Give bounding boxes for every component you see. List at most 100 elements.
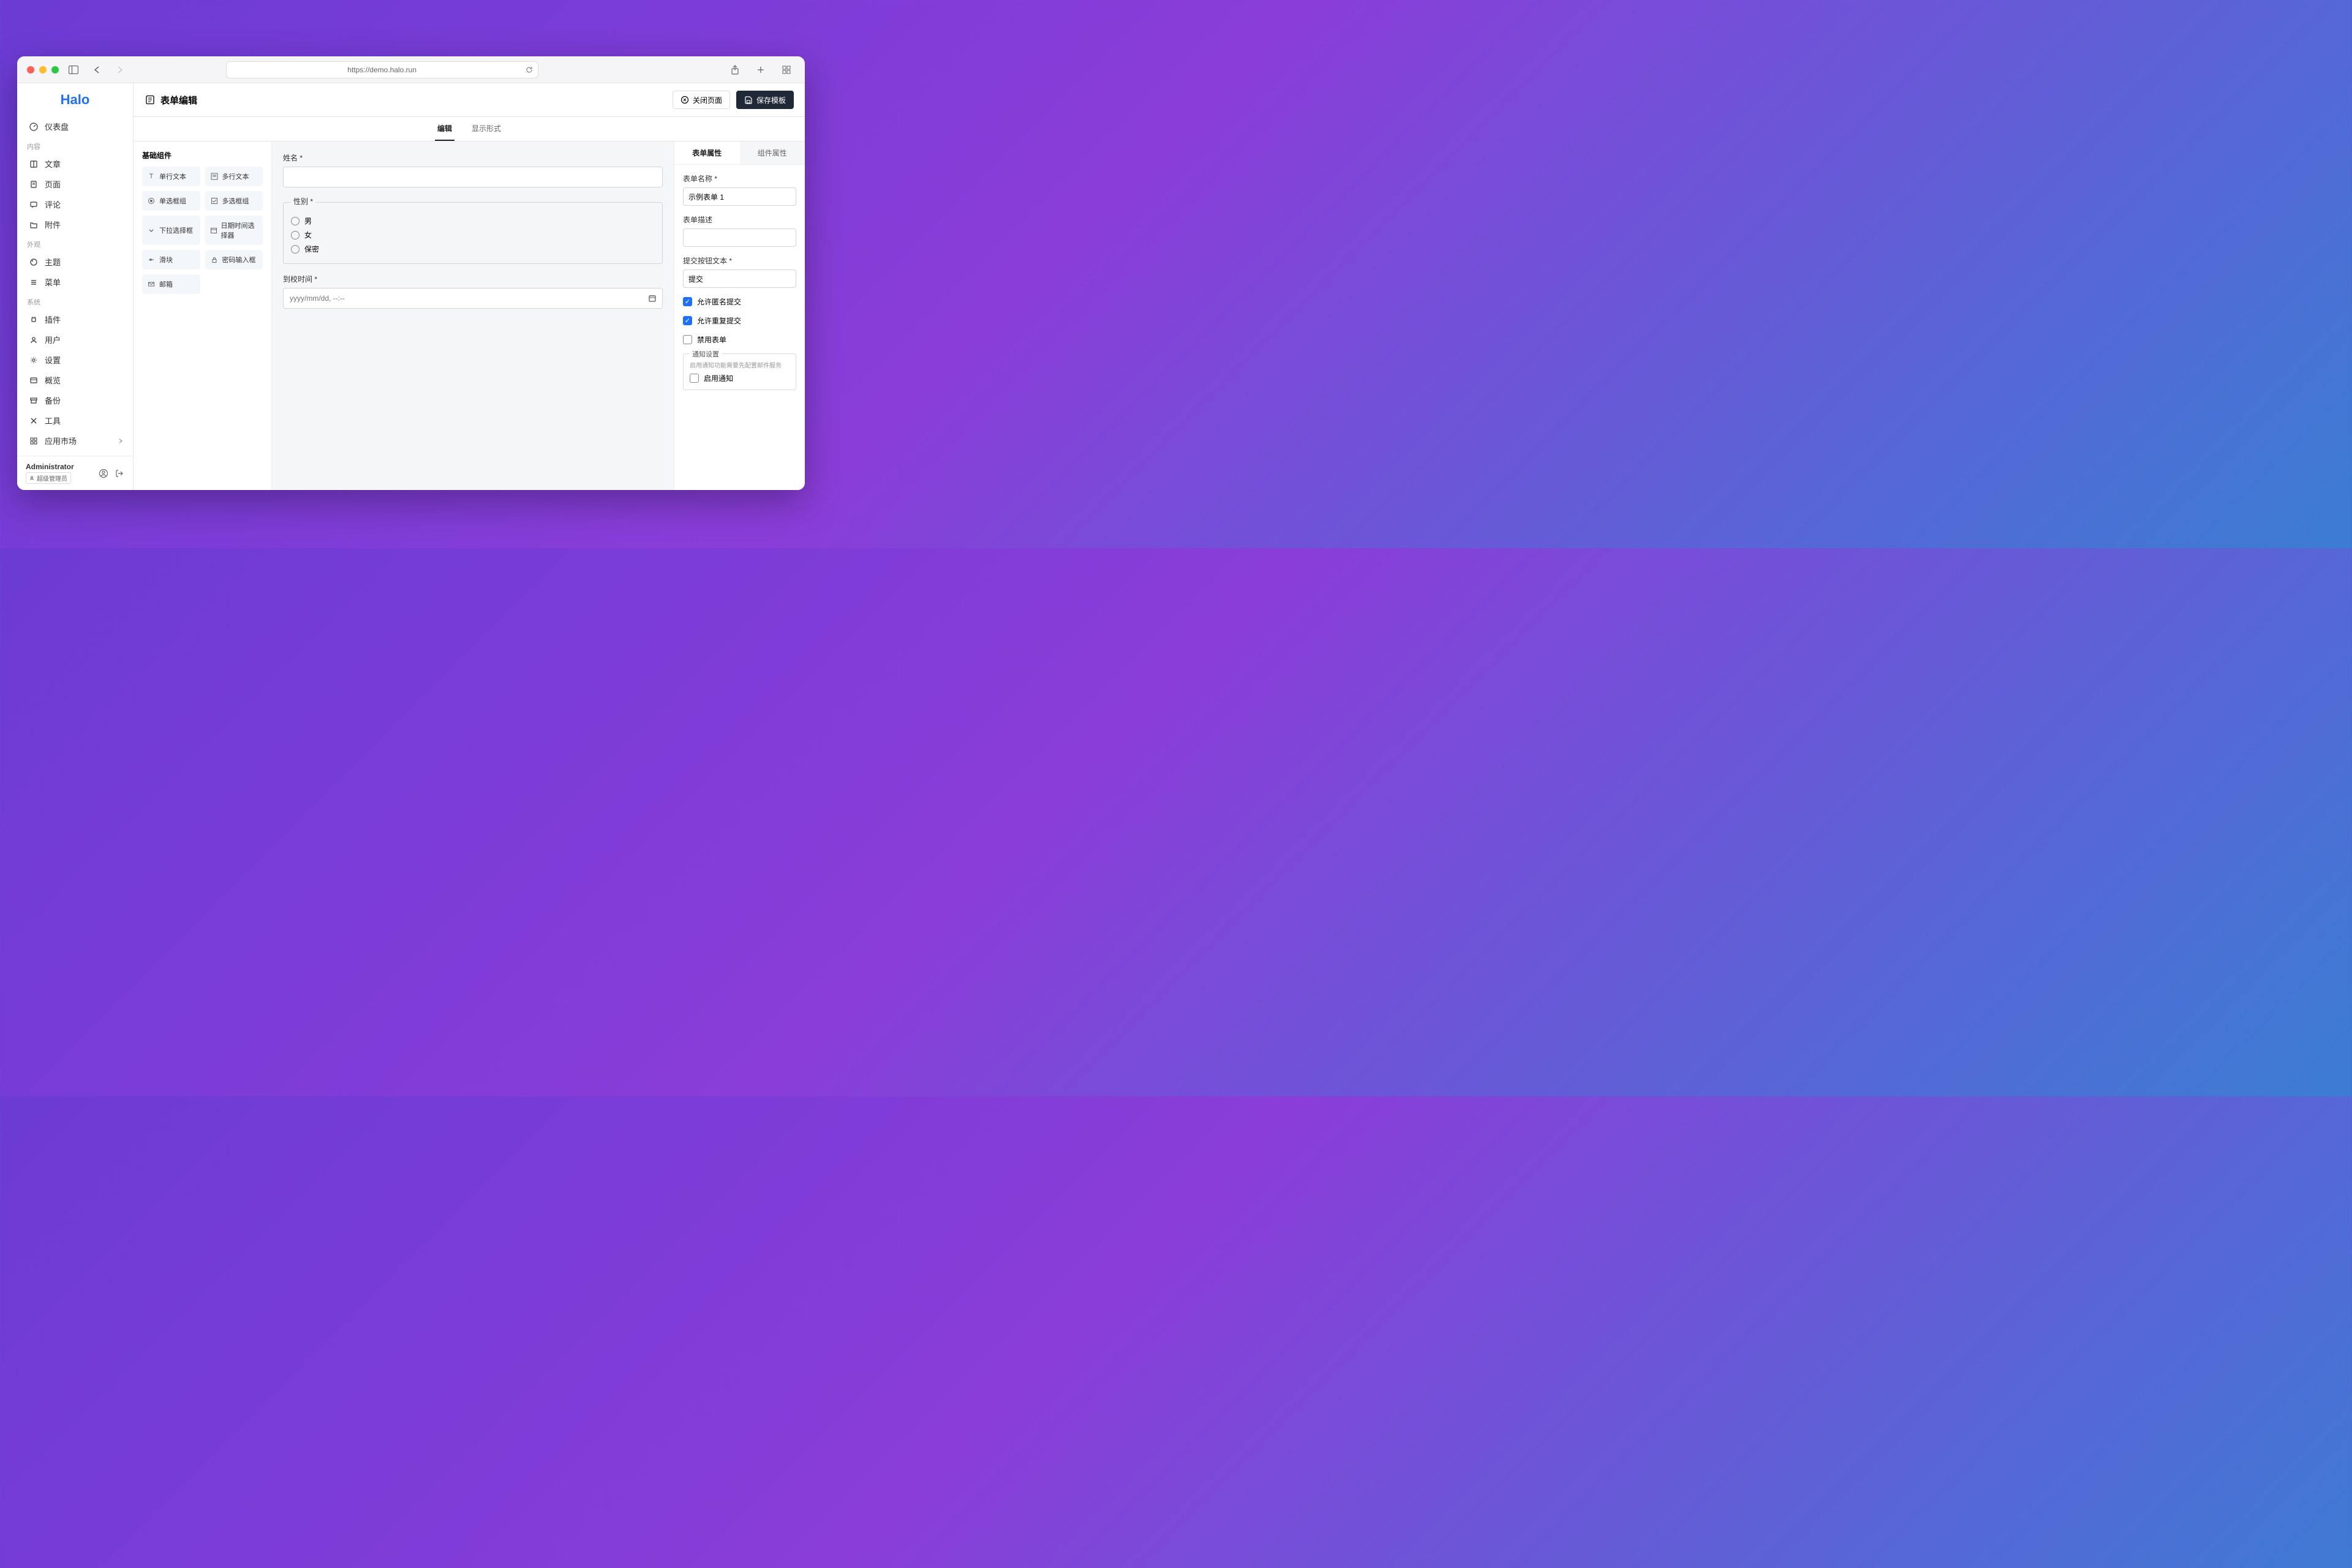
field-label: 到校时间 * <box>283 274 663 284</box>
app-content: Halo 仪表盘 内容 文章 页面 评论 <box>17 83 805 490</box>
save-icon <box>744 96 753 104</box>
sidebar-item-pages[interactable]: 页面 <box>17 174 133 194</box>
address-bar[interactable]: https://demo.halo.run <box>226 61 538 78</box>
chevron-down-icon <box>147 226 156 235</box>
account-icon[interactable] <box>99 469 108 478</box>
tabs-overview-icon[interactable] <box>778 62 795 77</box>
sidebar-item-comments[interactable]: 评论 <box>17 194 133 214</box>
check-label: 允许匿名提交 <box>697 296 741 307</box>
sidebar-item-dashboard[interactable]: 仪表盘 <box>17 116 133 137</box>
nav-label: 用户 <box>45 334 61 345</box>
calendar-icon <box>210 226 217 235</box>
lock-icon <box>210 255 219 264</box>
forward-icon[interactable] <box>111 62 129 77</box>
component-password[interactable]: 密码输入框 <box>205 250 263 270</box>
save-template-button[interactable]: 保存模板 <box>736 91 794 109</box>
back-icon[interactable] <box>88 62 105 77</box>
component-text-multi[interactable]: 多行文本 <box>205 167 263 186</box>
button-label: 关闭页面 <box>693 95 722 105</box>
check-enable-notify[interactable]: 启用通知 <box>690 373 790 383</box>
sidebar-item-users[interactable]: 用户 <box>17 330 133 350</box>
component-radio[interactable]: 单选框组 <box>142 191 200 211</box>
props-body: 表单名称 * 表单描述 提交按钮文本 * ✓ <box>674 165 805 490</box>
tab-component-attributes[interactable]: 组件属性 <box>740 141 805 164</box>
component-checkbox[interactable]: 多选框组 <box>205 191 263 211</box>
nav-label: 概览 <box>45 374 61 386</box>
tab-form-attributes[interactable]: 表单属性 <box>674 141 740 164</box>
close-page-button[interactable]: 关闭页面 <box>673 91 730 109</box>
sidebar-item-backup[interactable]: 备份 <box>17 390 133 410</box>
notify-hint: 启用通知功能需要先配置邮件服务 <box>690 360 790 369</box>
check-disable-form[interactable]: 禁用表单 <box>683 334 796 345</box>
component-select[interactable]: 下拉选择框 <box>142 216 200 245</box>
new-tab-icon[interactable] <box>752 62 769 77</box>
nav-label: 评论 <box>45 198 61 210</box>
radio-icon <box>147 197 156 205</box>
share-icon[interactable] <box>726 62 744 77</box>
nav-label: 备份 <box>45 394 61 406</box>
menu-icon <box>29 277 39 287</box>
nav-label: 主题 <box>45 256 61 268</box>
logo[interactable]: Halo <box>17 83 133 114</box>
refresh-icon[interactable] <box>526 66 533 74</box>
sidebar-item-attachments[interactable]: 附件 <box>17 214 133 235</box>
minimize-window-icon[interactable] <box>39 66 47 74</box>
prop-form-name: 表单名称 * <box>683 173 796 206</box>
check-allow-repeat[interactable]: ✓ 允许重复提交 <box>683 315 796 326</box>
check-allow-anonymous[interactable]: ✓ 允许匿名提交 <box>683 296 796 307</box>
radio-option-secret[interactable]: 保密 <box>291 242 655 256</box>
notify-settings: 通知设置 启用通知功能需要先配置邮件服务 启用通知 <box>683 353 796 390</box>
submit-text-input[interactable] <box>683 270 796 288</box>
component-text-single[interactable]: T单行文本 <box>142 167 200 186</box>
sidebar-item-theme[interactable]: 主题 <box>17 252 133 272</box>
titlebar: https://demo.halo.run <box>17 56 805 83</box>
overview-icon <box>29 375 39 385</box>
browser-window: https://demo.halo.run Halo 仪表盘 <box>17 56 805 490</box>
button-label: 保存模板 <box>756 95 786 105</box>
checkbox-icon: ✓ <box>683 297 692 306</box>
sidebar-item-market[interactable]: 应用市场 <box>17 431 133 451</box>
nav-label: 仪表盘 <box>45 121 69 132</box>
check-label: 启用通知 <box>704 373 733 383</box>
component-datetime[interactable]: 日期时间选择器 <box>205 216 263 245</box>
checkbox-icon <box>683 335 692 344</box>
name-input[interactable] <box>283 167 663 187</box>
page-header: 表单编辑 关闭页面 保存模板 <box>134 83 805 117</box>
form-edit-icon <box>145 94 156 105</box>
sidebar-toggle-icon[interactable] <box>65 62 82 77</box>
current-user[interactable]: Administrator 超级管理员 <box>26 462 94 484</box>
radio-option-male[interactable]: 男 <box>291 214 655 228</box>
calendar-icon[interactable] <box>648 294 657 303</box>
arrival-input[interactable] <box>283 288 663 309</box>
form-name-input[interactable] <box>683 187 796 206</box>
logout-icon[interactable] <box>115 469 124 478</box>
nav-label: 应用市场 <box>45 435 77 447</box>
component-slider[interactable]: 滑块 <box>142 250 200 270</box>
sidebar-item-settings[interactable]: 设置 <box>17 350 133 370</box>
sidebar-item-posts[interactable]: 文章 <box>17 154 133 174</box>
field-gender[interactable]: 性别 * 男 女 保密 <box>283 197 663 264</box>
radio-icon <box>291 217 300 225</box>
field-arrival[interactable]: 到校时间 * <box>283 274 663 309</box>
close-window-icon[interactable] <box>27 66 34 74</box>
tab-display[interactable]: 显示形式 <box>469 117 503 141</box>
maximize-window-icon[interactable] <box>51 66 59 74</box>
traffic-lights <box>27 66 59 74</box>
field-name[interactable]: 姓名 * <box>283 153 663 187</box>
sidebar-item-plugins[interactable]: 插件 <box>17 309 133 330</box>
form-desc-input[interactable] <box>683 228 796 247</box>
tools-icon <box>29 416 39 426</box>
folder-icon <box>29 220 39 230</box>
checkbox-icon <box>690 374 699 383</box>
components-title: 基础组件 <box>142 150 263 160</box>
apps-icon <box>29 436 39 446</box>
sidebar-item-overview[interactable]: 概览 <box>17 370 133 390</box>
sidebar-item-menu[interactable]: 菜单 <box>17 272 133 292</box>
nav: 仪表盘 内容 文章 页面 评论 附件 <box>17 114 133 456</box>
tab-edit[interactable]: 编辑 <box>435 117 454 141</box>
prop-label: 表单描述 <box>683 214 796 225</box>
component-email[interactable]: 邮箱 <box>142 274 200 294</box>
fieldset-legend: 性别 * <box>291 196 315 206</box>
radio-option-female[interactable]: 女 <box>291 228 655 242</box>
sidebar-item-tools[interactable]: 工具 <box>17 410 133 431</box>
